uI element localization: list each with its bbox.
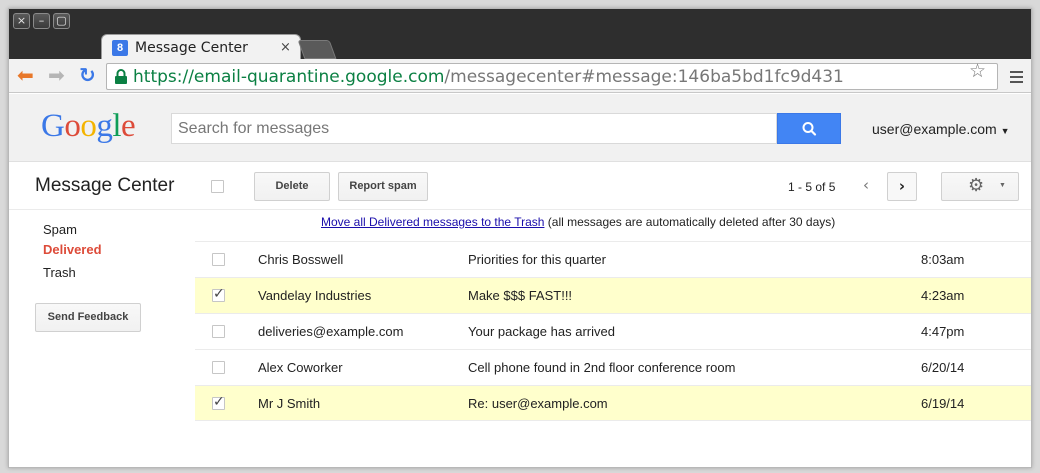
logo-letter: e [121, 108, 136, 144]
row-checkbox[interactable] [212, 325, 225, 338]
message-subject: Priorities for this quarter [468, 252, 606, 267]
search-icon [802, 122, 817, 136]
delete-button[interactable]: Delete [254, 172, 330, 201]
row-checkbox[interactable] [212, 286, 225, 302]
lock-icon [115, 69, 127, 84]
message-row[interactable]: deliveries@example.com Your package has … [195, 313, 1031, 349]
row-checkbox[interactable] [212, 394, 225, 410]
logo-letter: o [80, 108, 97, 144]
window-maximize-button[interactable]: ▢ [53, 13, 70, 29]
chevron-down-icon: ▼ [1000, 126, 1010, 136]
search-input[interactable] [172, 114, 776, 143]
sidebar-item-spam[interactable]: Spam [43, 222, 77, 237]
message-subject: Make $$$ FAST!!! [468, 288, 573, 303]
message-sender: Chris Bosswell [258, 252, 344, 267]
tab-title: Message Center [135, 40, 248, 56]
logo-letter: G [41, 108, 65, 144]
google-logo[interactable]: Google [41, 108, 136, 145]
forward-arrow-icon[interactable]: ➡ [48, 64, 65, 86]
settings-button[interactable]: ⚙ ▼ [941, 172, 1019, 201]
row-checkbox[interactable] [212, 361, 225, 374]
reload-icon[interactable]: ↻ [79, 64, 96, 86]
message-row[interactable]: Chris Bosswell Priorities for this quart… [195, 241, 1031, 277]
message-row[interactable]: Alex Coworker Cell phone found in 2nd fl… [195, 349, 1031, 385]
title-bar: × – ▢ 8 Message Center × [9, 9, 1031, 60]
pagination-count: 1 - 5 of 5 [788, 180, 836, 194]
message-time: 6/20/14 [921, 360, 965, 375]
sidebar-item-trash[interactable]: Trash [43, 265, 76, 280]
logo-letter: o [64, 108, 81, 144]
report-spam-button[interactable]: Report spam [338, 172, 428, 201]
message-time: 4:23am [921, 288, 965, 303]
select-all-checkbox[interactable] [211, 180, 224, 193]
message-time: 8:03am [921, 252, 965, 267]
tab-close-icon[interactable]: × [280, 40, 291, 55]
message-time: 6/19/14 [921, 396, 965, 411]
account-menu[interactable]: user@example.com ▼ [872, 121, 1010, 137]
browser-toolbar: ⬅ ➡ ↻ https://email-quarantine.google.co… [9, 59, 1031, 93]
chevron-down-icon: ▼ [999, 182, 1006, 189]
menu-icon[interactable] [1010, 71, 1023, 83]
message-sender: Mr J Smith [258, 396, 321, 411]
address-bar[interactable]: https://email-quarantine.google.com/mess… [106, 63, 998, 90]
notice-text: (all messages are automatically deleted … [544, 215, 836, 229]
row-checkbox[interactable] [212, 253, 225, 266]
message-sender: Vandelay Industries [258, 288, 372, 303]
search-button[interactable] [777, 113, 841, 144]
browser-tab[interactable]: 8 Message Center × [101, 34, 301, 60]
move-to-trash-link[interactable]: Move all Delivered messages to the Trash [321, 215, 544, 229]
google-favicon-icon: 8 [112, 40, 128, 56]
prev-page-icon[interactable]: ‹ [851, 172, 881, 201]
search-box [171, 113, 777, 144]
send-feedback-button[interactable]: Send Feedback [35, 303, 141, 332]
account-email: user@example.com [872, 121, 997, 137]
url-text: https://email-quarantine.google.com/mess… [133, 67, 844, 87]
browser-window: × – ▢ 8 Message Center × ⬅ ➡ ↻ https://e… [8, 8, 1032, 468]
gear-icon: ⚙ [968, 175, 985, 196]
message-row[interactable]: Vandelay Industries Make $$$ FAST!!! 4:2… [195, 277, 1031, 313]
next-page-icon[interactable]: › [887, 172, 917, 201]
message-time: 4:47pm [921, 324, 965, 339]
url-path: /messagecenter#message:146ba5bd1fc9d431 [444, 67, 844, 87]
new-tab-button[interactable] [297, 40, 337, 59]
message-subject: Cell phone found in 2nd floor conference… [468, 360, 736, 375]
window-minimize-button[interactable]: – [33, 13, 50, 29]
logo-letter: l [112, 108, 122, 144]
star-icon[interactable]: ☆ [969, 60, 986, 82]
logo-letter: g [96, 108, 113, 144]
google-header: Google user@example.com ▼ [9, 94, 1031, 162]
message-toolbar: Message Center Delete Report spam 1 - 5 … [9, 163, 1031, 210]
window-close-button[interactable]: × [13, 13, 30, 29]
message-row[interactable]: Mr J Smith Re: user@example.com 6/19/14 [195, 385, 1031, 421]
message-sender: Alex Coworker [258, 360, 343, 375]
notice-bar: Move all Delivered messages to the Trash… [321, 215, 835, 229]
message-subject: Re: user@example.com [468, 396, 608, 411]
message-sender: deliveries@example.com [258, 324, 404, 339]
sidebar-item-delivered[interactable]: Delivered [43, 242, 102, 257]
back-arrow-icon[interactable]: ⬅ [17, 64, 34, 86]
url-secure-part: https://email-quarantine.google.com [133, 67, 445, 87]
message-subject: Your package has arrived [468, 324, 615, 339]
page-title: Message Center [35, 175, 175, 196]
